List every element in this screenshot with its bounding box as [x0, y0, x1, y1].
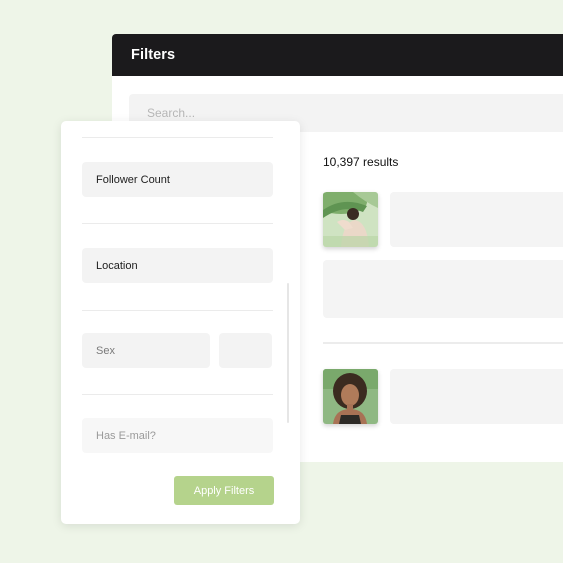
result-row-1[interactable]	[390, 192, 563, 247]
location-filter[interactable]: Location	[82, 248, 273, 283]
profile-photo-2	[323, 369, 378, 424]
panel-divider	[82, 310, 273, 311]
window-titlebar: Filters	[112, 34, 563, 76]
profile-photo-1	[323, 192, 378, 247]
results-count: 10,397 results	[323, 155, 399, 169]
search-placeholder: Search...	[147, 106, 196, 120]
window-title: Filters	[131, 47, 176, 63]
panel-divider	[82, 137, 273, 138]
panel-divider	[82, 223, 273, 224]
location-label: Location	[96, 259, 138, 272]
sex-value-select[interactable]	[219, 333, 272, 368]
panel-scrollbar[interactable]	[287, 283, 289, 423]
stage: Filters Search... 10,397 results Followe…	[0, 0, 563, 563]
filters-panel: Follower Count Location Sex Has E-mail? …	[61, 121, 300, 524]
result-avatar-2[interactable]	[323, 369, 378, 424]
follower-count-label: Follower Count	[96, 173, 170, 186]
result-avatar-1[interactable]	[323, 192, 378, 247]
follower-count-filter[interactable]: Follower Count	[82, 162, 273, 197]
result-detail-1	[323, 260, 563, 318]
panel-divider	[82, 394, 273, 395]
has-email-filter[interactable]: Has E-mail?	[82, 418, 273, 453]
sex-label: Sex	[96, 344, 115, 357]
divider	[323, 342, 563, 344]
has-email-label: Has E-mail?	[96, 429, 156, 442]
sex-filter[interactable]: Sex	[82, 333, 210, 368]
apply-filters-button[interactable]: Apply Filters	[174, 476, 274, 505]
result-row-2[interactable]	[390, 369, 563, 424]
